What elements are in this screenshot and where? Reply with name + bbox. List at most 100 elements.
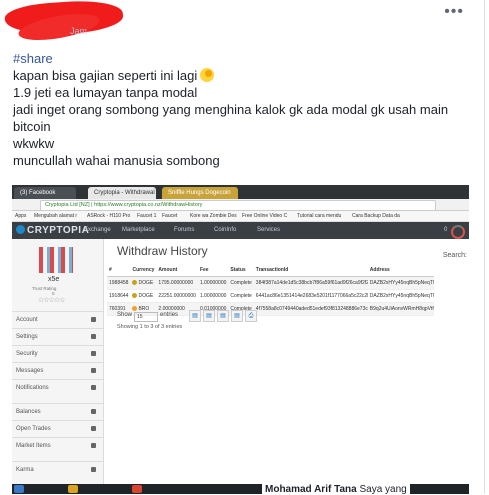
bookmark[interactable]: ASRock - H110 Pro xyxy=(87,212,130,220)
wallet-icon xyxy=(91,409,96,414)
post-line-2: 1.9 jeti ea lumayan tanpa modal xyxy=(13,85,198,100)
browser-tab[interactable]: (3) Facebook xyxy=(14,187,76,199)
bookmark[interactable]: Tutorial cara mendu xyxy=(297,212,341,220)
bookmarks-bar: Apps Mengubah alamat r ASRock - H110 Pro… xyxy=(12,211,469,222)
start-icon[interactable] xyxy=(14,485,24,493)
sidebar-item-settings[interactable]: Settings xyxy=(12,328,103,345)
nav-exchange[interactable]: Exchange xyxy=(84,227,111,233)
cell-amount: 1795.00000000 xyxy=(156,276,198,290)
browser-tab-active[interactable]: Cryptopia - Withdrawal xyxy=(88,187,156,199)
cell-status: Complete xyxy=(228,289,254,303)
avatar xyxy=(39,247,73,273)
column-header[interactable]: Amount xyxy=(156,263,198,277)
search-label: Search: xyxy=(442,252,467,259)
cell-txid[interactable]: 384f387a14de1d5c38bcb7f86a59f61ad9f26ca9… xyxy=(253,276,368,290)
chrome-icon[interactable] xyxy=(132,485,142,493)
notification-count[interactable]: 0 xyxy=(444,227,447,233)
sidebar-item-security[interactable]: Security xyxy=(12,345,103,362)
sidebar-item-karma[interactable]: Karma xyxy=(12,461,103,478)
post-line-4: bitcoin xyxy=(13,119,51,134)
hashtag-link[interactable]: #share xyxy=(13,50,473,67)
user-gauge-icon[interactable] xyxy=(451,225,465,239)
bookmark[interactable]: Faucet 1 xyxy=(137,212,156,220)
gear-icon xyxy=(91,334,96,339)
post-line-6: muncullah wahai manusia sombong xyxy=(13,153,220,168)
user-icon xyxy=(91,317,96,322)
table-header-row: # Currency Amount Fee Status Transaction… xyxy=(107,263,434,277)
withdraw-history-panel: Withdraw History Search: # Currency Amou… xyxy=(104,239,469,494)
account-sidebar: x5e Trust Rating 0 ☆☆☆☆☆ Account Setting… xyxy=(12,239,104,494)
logo-icon xyxy=(16,225,25,234)
sidebar-item-notifications[interactable]: Notifications xyxy=(12,379,103,396)
page-length-select[interactable]: 15 xyxy=(134,312,159,322)
sidebar-item-open-trades[interactable]: Open Trades xyxy=(12,420,103,437)
nav-forums[interactable]: Forums xyxy=(174,227,194,233)
next-post-author[interactable]: Mohamad Arif Tana Saya yang xyxy=(262,484,410,495)
rating-stars-icon: ☆☆☆☆☆ xyxy=(38,297,65,304)
post-line-1: kapan bisa gajian seperti ini lagi xyxy=(13,67,473,84)
column-header[interactable]: Status xyxy=(228,263,254,277)
bookmark[interactable]: Mengubah alamat r xyxy=(34,212,77,220)
thumbs-up-icon xyxy=(91,467,96,472)
pdf-icon[interactable]: ▤ xyxy=(231,310,243,322)
bookmark[interactable]: Kore wa Zombie Des xyxy=(190,212,237,220)
cell-address: DAZB2xHYy45nqBh5pNeqTUR1HEF2... xyxy=(367,276,434,290)
cell-txid[interactable]: 4f7558a8c0749440aded51edef93f813248886e7… xyxy=(253,302,368,316)
nav-services[interactable]: Services xyxy=(257,227,280,233)
print-icon[interactable]: ⎙ xyxy=(245,310,257,322)
post-text: #share kapan bisa gajian seperti ini lag… xyxy=(13,50,473,169)
nav-marketplace[interactable]: Marketplace xyxy=(122,227,155,233)
cell-address: B9q2u4UiAonvWRmH8qpVtfSpFm... xyxy=(367,302,434,316)
cell-txid[interactable]: 6441ac86e1351414e2683e5201f1177066a5c22c… xyxy=(253,289,368,303)
more-horizontal-icon[interactable]: ••• xyxy=(444,3,464,21)
entries-label: entries xyxy=(160,312,179,318)
column-header[interactable]: Fee xyxy=(197,263,229,277)
post-line-5: wkwkw xyxy=(13,136,55,151)
cell-status: Complete xyxy=(228,276,254,290)
cell-fee: 1.00000000 xyxy=(197,276,229,290)
column-header[interactable]: Address xyxy=(367,263,434,277)
bookmark[interactable]: Cara Backup Data da xyxy=(352,212,400,220)
bro-coin-icon xyxy=(132,306,138,311)
explorer-icon[interactable] xyxy=(68,485,78,493)
browser-tab[interactable]: Sniffle Hungs Dogecoin xyxy=(162,187,238,199)
sidebar-item-balances[interactable]: Balances xyxy=(12,403,103,420)
excel-icon[interactable]: ▤ xyxy=(217,310,229,322)
table-row[interactable]: 1918644 DOGE 22251.00000000 1.00000000 C… xyxy=(107,289,434,303)
cryptopia-logo[interactable]: CRYPTOPIA xyxy=(16,225,89,236)
facebook-post: Jam ••• #share kapan bisa gajian seperti… xyxy=(0,0,485,495)
column-header[interactable]: Currency xyxy=(130,263,157,277)
cryptopia-navbar: CRYPTOPIA Exchange Marketplace Forums Co… xyxy=(12,222,469,239)
csv-icon[interactable]: ▤ xyxy=(203,310,215,322)
attached-screenshot[interactable]: (3) Facebook Cryptopia - Withdrawal Snif… xyxy=(12,185,469,494)
browser-tabbar: (3) Facebook Cryptopia - Withdrawal Snif… xyxy=(12,185,469,199)
url-field[interactable]: Cryptopia Ltd [NZ] | https://www.cryptop… xyxy=(40,200,436,211)
withdraw-table: # Currency Amount Fee Status Transaction… xyxy=(107,263,434,316)
bookmark-apps[interactable]: Apps xyxy=(15,212,26,220)
post-timestamp[interactable]: Jam xyxy=(70,26,87,36)
bookmark[interactable]: Faucet xyxy=(162,212,177,220)
list-icon xyxy=(91,426,96,431)
sidebar-item-messages[interactable]: Messages xyxy=(12,362,103,379)
bookmark[interactable]: Free Online Video C xyxy=(242,212,287,220)
lock-icon xyxy=(91,351,96,356)
sidebar-item-account[interactable]: Account xyxy=(12,311,103,328)
moon-emoji-icon xyxy=(200,68,215,82)
cell-amount: 22251.00000000 xyxy=(156,289,198,303)
sidebar-item-market-items[interactable]: Market Items xyxy=(12,437,103,454)
table-info: Showing 1 to 3 of 3 entries xyxy=(117,324,183,330)
nav-coininfo[interactable]: CoinInfo xyxy=(214,227,236,233)
column-header[interactable]: # xyxy=(107,263,131,277)
dogecoin-icon xyxy=(132,280,138,285)
page-length-control: Show 15 entries xyxy=(117,312,178,322)
column-header[interactable]: TransactionId xyxy=(253,263,368,277)
cell-address: DAZB2xHYy45nqBh5pNeqTUR1HEF2... xyxy=(367,289,434,303)
envelope-icon xyxy=(91,368,96,373)
table-row[interactable]: 1988458 DOGE 1795.00000000 1.00000000 Co… xyxy=(107,276,434,290)
cell-currency: DOGE xyxy=(130,276,157,290)
copy-icon[interactable]: ▤ xyxy=(189,310,201,322)
address-bar: Cryptopia Ltd [NZ] | https://www.cryptop… xyxy=(12,199,469,211)
post-line-3: jadi inget orang sombong yang menghina k… xyxy=(13,102,449,117)
cell-currency: DOGE xyxy=(130,289,157,303)
grid-icon xyxy=(91,443,96,448)
